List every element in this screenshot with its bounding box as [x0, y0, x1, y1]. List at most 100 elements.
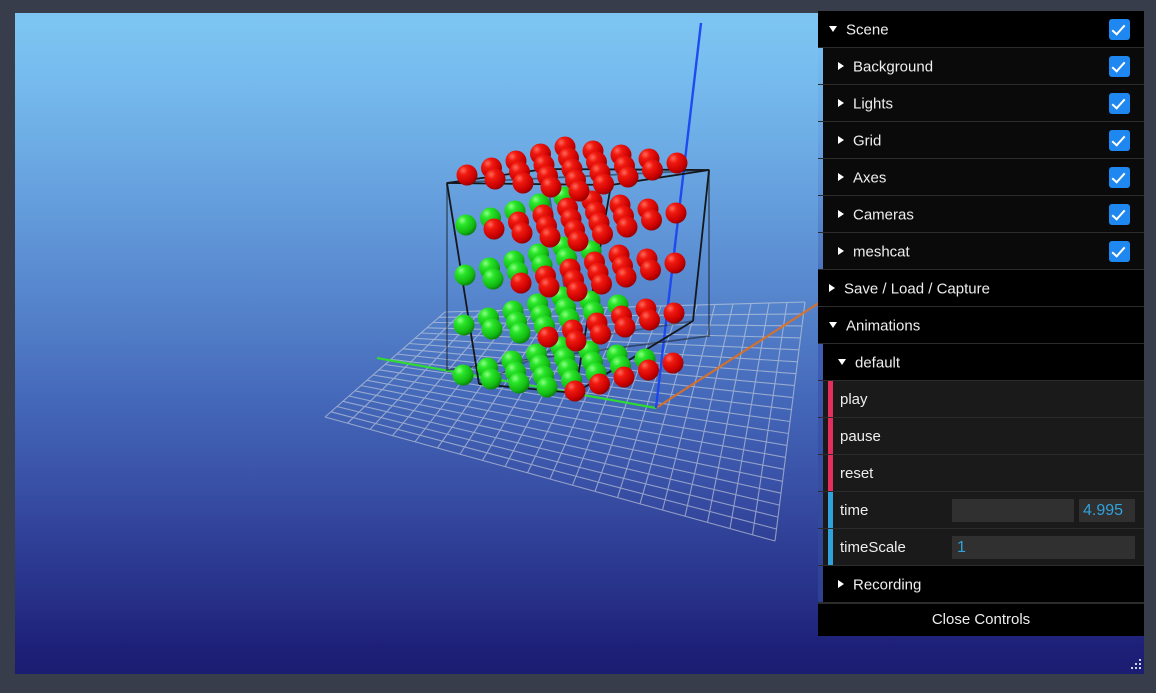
folder-recording[interactable]: Recording — [818, 566, 1144, 603]
nesting-guide — [818, 122, 823, 158]
green-sphere — [455, 214, 477, 236]
animation-timescale-input[interactable]: 1 — [952, 536, 1135, 559]
red-sphere — [564, 380, 586, 402]
animation-time-slider-row[interactable]: time 4.995 — [818, 492, 1144, 529]
animation-pause-button[interactable]: pause — [818, 418, 1144, 455]
nesting-guide — [818, 344, 823, 380]
red-sphere — [589, 373, 610, 395]
triangle-right-icon[interactable] — [829, 284, 835, 293]
red-sphere — [663, 302, 685, 324]
red-sphere — [591, 273, 612, 295]
folder-cameras-label: Cameras — [853, 206, 914, 224]
red-sphere — [665, 202, 687, 224]
red-sphere — [662, 352, 684, 374]
folder-cameras-checkbox[interactable] — [1109, 204, 1130, 225]
triangle-down-icon[interactable] — [838, 359, 846, 366]
folder-lights-checkbox[interactable] — [1109, 93, 1130, 114]
folder-meshcat[interactable]: meshcat — [818, 233, 1144, 270]
folder-grid[interactable]: Grid — [818, 122, 1144, 159]
red-sphere — [617, 166, 639, 188]
folder-scene-checkbox[interactable] — [1109, 19, 1130, 40]
folder-axes-checkbox[interactable] — [1109, 167, 1130, 188]
folder-scene[interactable]: Scene — [818, 11, 1144, 48]
folder-save-load-capture-label: Save / Load / Capture — [844, 280, 990, 298]
red-sphere — [614, 316, 636, 338]
green-sphere — [453, 314, 475, 336]
triangle-right-icon[interactable] — [838, 210, 844, 219]
red-sphere — [615, 266, 637, 288]
property-accent-bar — [828, 492, 833, 528]
triangle-right-icon[interactable] — [838, 580, 844, 589]
property-accent-bar — [828, 418, 833, 454]
red-sphere — [642, 159, 663, 181]
nesting-guide — [818, 418, 823, 454]
nesting-guide — [818, 492, 823, 528]
green-sphere — [481, 318, 503, 340]
property-accent-bar — [828, 455, 833, 491]
red-sphere — [538, 276, 560, 298]
red-sphere — [664, 252, 686, 274]
folder-cameras[interactable]: Cameras — [818, 196, 1144, 233]
red-sphere — [616, 216, 638, 238]
folder-animations[interactable]: Animations — [818, 307, 1144, 344]
animation-reset-label: reset — [840, 465, 874, 482]
red-sphere — [613, 366, 635, 388]
property-accent-bar — [828, 381, 833, 417]
red-sphere — [640, 259, 661, 281]
triangle-right-icon[interactable] — [838, 173, 844, 182]
animation-reset-button[interactable]: reset — [818, 455, 1144, 492]
red-sphere — [484, 168, 506, 190]
red-sphere — [590, 323, 611, 345]
nesting-guide — [818, 85, 823, 121]
animation-time-slider[interactable] — [952, 499, 1074, 522]
red-sphere — [566, 280, 588, 302]
dat-gui-control-panel[interactable]: Scene Background Lights Grid Axes Camera — [818, 11, 1144, 636]
sphere-cloud — [452, 136, 688, 402]
folder-axes-label: Axes — [853, 169, 887, 187]
folder-axes[interactable]: Axes — [818, 159, 1144, 196]
folder-meshcat-checkbox[interactable] — [1109, 241, 1130, 262]
folder-grid-checkbox[interactable] — [1109, 130, 1130, 151]
nesting-guide — [818, 381, 823, 417]
red-sphere — [511, 222, 533, 244]
red-sphere — [592, 223, 613, 245]
red-sphere — [539, 226, 561, 248]
nesting-guide — [818, 566, 823, 602]
green-sphere — [482, 268, 504, 290]
red-sphere — [638, 359, 659, 381]
folder-background-checkbox[interactable] — [1109, 56, 1130, 77]
animation-timescale-row[interactable]: timeScale 1 — [818, 529, 1144, 566]
folder-animations-label: Animations — [846, 317, 921, 335]
folder-lights[interactable]: Lights — [818, 85, 1144, 122]
animation-play-button[interactable]: play — [818, 381, 1144, 418]
red-sphere — [537, 326, 559, 348]
property-accent-bar — [828, 529, 833, 565]
folder-grid-label: Grid — [853, 132, 882, 150]
close-controls-button[interactable]: Close Controls — [818, 603, 1144, 636]
triangle-right-icon[interactable] — [838, 62, 844, 71]
nesting-guide — [818, 159, 823, 195]
folder-save-load-capture[interactable]: Save / Load / Capture — [818, 270, 1144, 307]
folder-background-label: Background — [853, 58, 934, 76]
green-sphere — [508, 372, 530, 394]
red-sphere — [540, 176, 562, 198]
resize-grip-icon[interactable] — [1127, 657, 1143, 673]
red-sphere — [639, 309, 660, 331]
animation-time-value[interactable]: 4.995 — [1079, 499, 1135, 522]
triangle-right-icon[interactable] — [838, 99, 844, 108]
triangle-right-icon[interactable] — [838, 247, 844, 256]
folder-default-clip[interactable]: default — [818, 344, 1144, 381]
green-sphere — [452, 364, 474, 386]
triangle-down-icon[interactable] — [829, 322, 837, 329]
triangle-down-icon[interactable] — [829, 26, 837, 33]
folder-recording-label: Recording — [853, 576, 922, 594]
folder-meshcat-label: meshcat — [853, 243, 910, 261]
triangle-right-icon[interactable] — [838, 136, 844, 145]
folder-default-clip-label: default — [855, 354, 901, 372]
red-sphere — [565, 330, 587, 352]
animation-pause-label: pause — [840, 428, 881, 445]
folder-background[interactable]: Background — [818, 48, 1144, 85]
red-sphere — [568, 180, 590, 202]
folder-lights-label: Lights — [853, 95, 894, 113]
green-sphere — [509, 322, 531, 344]
